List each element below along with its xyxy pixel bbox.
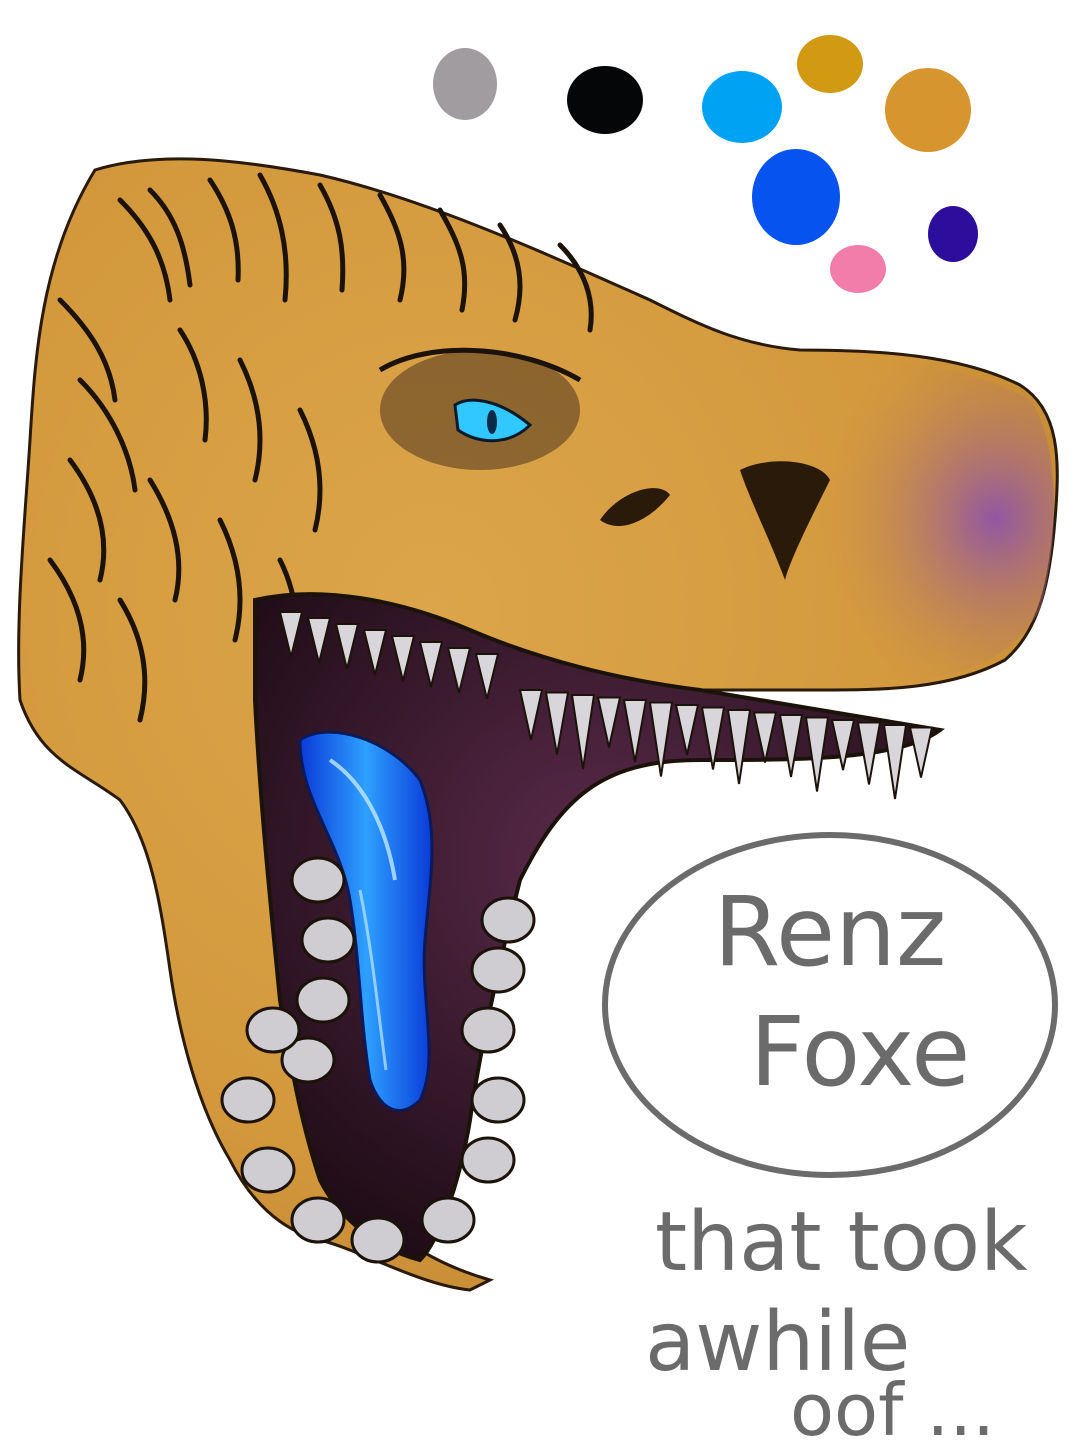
tooth [470,946,526,994]
caption-line1: that took [655,1195,1028,1290]
tooth [295,976,351,1024]
tooth [290,1196,346,1244]
tooth [420,1196,476,1244]
signature-line1: Renz [714,876,947,988]
dinosaur-head [17,157,1059,1292]
caption: that took awhile oof ... [645,1195,1028,1440]
tooth [882,724,908,800]
swatch-gold [797,35,863,93]
signature: Renz Foxe [602,832,1058,1178]
tooth [480,896,536,944]
tooth [220,1076,276,1124]
tooth [290,856,346,904]
swatch-black [567,66,643,134]
signature-line2: Foxe [750,996,971,1108]
tooth [245,1006,301,1054]
swatch-royal-blue [752,149,840,245]
tooth [470,1076,526,1124]
tooth [908,726,934,778]
swatch-indigo [928,206,978,262]
tooth [460,1136,516,1184]
tooth [240,1146,296,1194]
swatch-sky-blue [702,71,782,143]
caption-line3: oof ... [790,1368,995,1440]
swatch-pink [830,245,886,293]
tooth [300,916,356,964]
tooth [350,1216,406,1264]
swatch-gray [433,48,497,120]
swatch-orange-tan [885,68,971,152]
tooth [460,1006,516,1054]
dinosaur-drawing: Renz Foxe that took awhile oof ... [17,35,1059,1440]
